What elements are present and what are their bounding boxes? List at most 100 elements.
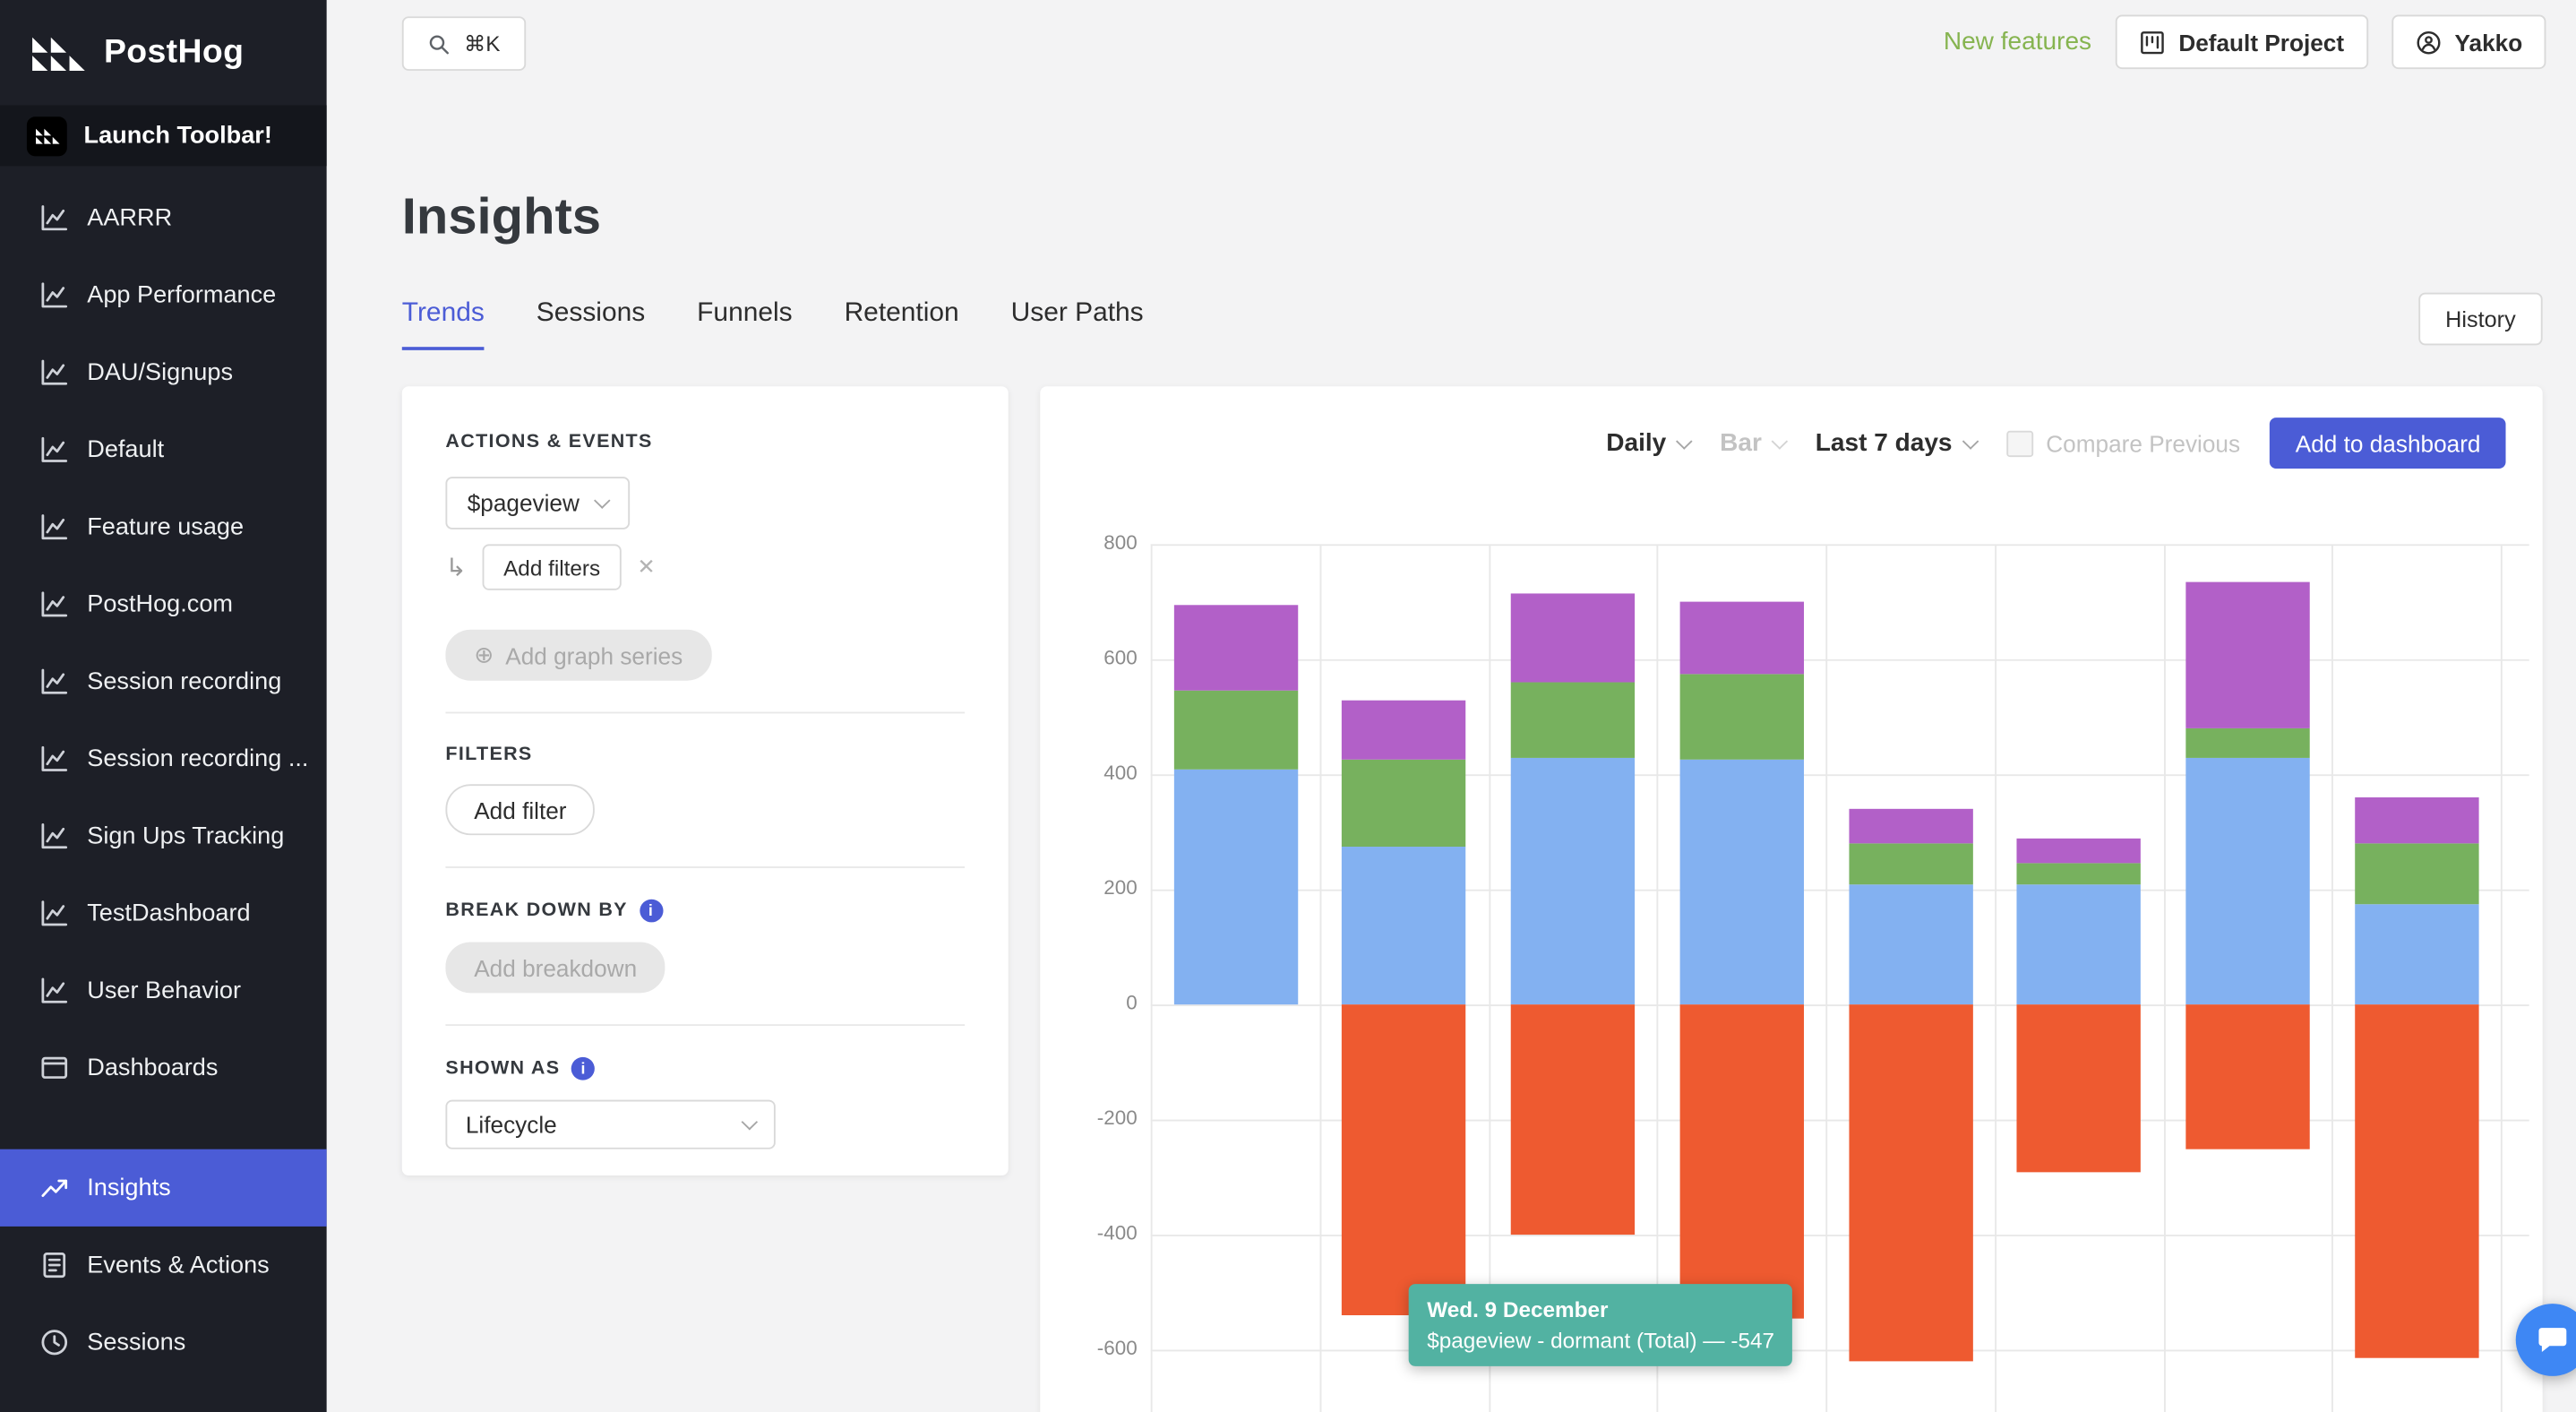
y-axis-label: -200 [1057,1106,1138,1130]
sidebar-item-dau-signups[interactable]: DAU/Signups [0,334,327,411]
add-breakdown-button[interactable]: Add breakdown [445,942,665,993]
bar-segment[interactable] [2185,1004,2309,1149]
sidebar-item-user-behavior[interactable]: User Behavior [0,951,327,1029]
add-to-dashboard-button[interactable]: Add to dashboard [2271,418,2506,469]
gridline [1489,544,1490,1412]
add-graph-series-button[interactable]: ⊕ Add graph series [445,630,711,681]
bar-segment[interactable] [1849,809,1972,844]
sidebar-item-events-actions[interactable]: Events & Actions [0,1227,327,1304]
launch-toolbar-button[interactable]: Launch Toolbar! [0,105,327,166]
bar-segment[interactable] [2185,581,2309,728]
interval-dropdown[interactable]: Daily [1606,429,1689,457]
sidebar-item-session-recording[interactable]: Session recording [0,642,327,719]
sidebar-item-dashboards[interactable]: Dashboards [0,1029,327,1106]
sidebar-item-session-recording[interactable]: Session recording ... [0,720,327,797]
chart-controls: Daily Bar Last 7 days Compare Previous A… [1606,418,2505,469]
close-icon[interactable]: ✕ [637,554,655,580]
bar-segment[interactable] [1679,674,1803,760]
line-chart-icon [40,590,69,618]
sidebar-item-aarrr[interactable]: AARRR [0,179,327,256]
breakdown-label: BREAK DOWN BY [445,901,627,921]
compare-checkbox[interactable] [2005,430,2032,456]
sidebar-item-default[interactable]: Default [0,411,327,488]
sidebar-item-posthog-com[interactable]: PostHog.com [0,565,327,642]
chevron-down-icon [1771,433,1788,449]
sidebar-item-app-performance[interactable]: App Performance [0,256,327,333]
add-graph-series-label: Add graph series [505,642,683,668]
chevron-down-icon [1676,433,1693,449]
bar-segment[interactable] [1173,691,1297,769]
info-icon[interactable] [571,1057,595,1081]
bar-segment[interactable] [1342,700,1465,760]
event-selector[interactable]: $pageview [445,477,630,530]
bar-segment[interactable] [1679,1004,1803,1319]
search-button[interactable]: ⌘K [402,16,526,71]
bar-segment[interactable] [2185,757,2309,1004]
shown-as-select[interactable]: Lifecycle [445,1100,775,1149]
history-button[interactable]: History [2418,293,2542,346]
chart-type-value: Bar [1720,429,1762,457]
bar-segment[interactable] [1679,760,1803,1004]
new-features-link[interactable]: New features [1944,28,2091,56]
bar-segment[interactable] [2017,1004,2141,1171]
bar-segment[interactable] [1173,605,1297,691]
tab-sessions[interactable]: Sessions [537,299,645,350]
tab-funnels[interactable]: Funnels [697,299,792,350]
tab-retention[interactable]: Retention [845,299,959,350]
sidebar-item-label: User Behavior [87,977,241,1003]
bar-segment[interactable] [1849,883,1972,1004]
bar-segment[interactable] [1679,602,1803,674]
bar-segment[interactable] [1849,843,1972,883]
sidebar-item-feature-usage[interactable]: Feature usage [0,488,327,565]
tab-trends[interactable]: Trends [402,299,485,350]
bar-segment[interactable] [2355,797,2478,843]
add-filter-button[interactable]: Add filter [445,784,595,835]
tab-user-paths[interactable]: User Paths [1011,299,1144,350]
event-selector-value: $pageview [468,490,580,516]
bar-segment[interactable] [1511,1004,1635,1235]
bar-segment[interactable] [2017,864,2141,883]
bar-segment[interactable] [1173,769,1297,1004]
sidebar-item-sessions[interactable]: Sessions [0,1304,327,1381]
dashboard-icon [40,1054,69,1081]
gridline [2501,544,2503,1412]
bar-segment[interactable] [1511,593,1635,683]
bar-segment[interactable] [2017,838,2141,864]
bar-segment[interactable] [1511,757,1635,1004]
sidebar-item-label: AARRR [87,204,172,230]
divider [445,1024,965,1026]
user-menu-button[interactable]: Yakko [2391,15,2546,70]
bar-segment[interactable] [2355,843,2478,903]
insight-config-panel: ACTIONS & EVENTS $pageview ↳ Add filters… [402,386,1009,1175]
bar-segment[interactable] [2017,883,2141,1004]
bar-segment[interactable] [2185,728,2309,757]
bar-segment[interactable] [1849,1004,1972,1361]
sidebar-item-testdashboard[interactable]: TestDashboard [0,874,327,951]
date-range-dropdown[interactable]: Last 7 days [1816,429,1976,457]
bar-segment[interactable] [1342,1004,1465,1315]
user-icon [2415,29,2442,55]
user-name: Yakko [2455,29,2523,55]
bar-segment[interactable] [1342,847,1465,1005]
sidebar-item-label: Events & Actions [87,1252,269,1278]
posthog-logo[interactable]: PostHog [0,0,327,105]
project-switcher-button[interactable]: Default Project [2115,15,2367,70]
add-filters-button[interactable]: Add filters [482,544,623,590]
bar-segment[interactable] [2355,904,2478,1004]
sidebar-item-insights[interactable]: Insights [0,1149,327,1227]
bar-segment[interactable] [1511,683,1635,757]
chart-type-dropdown[interactable]: Bar [1720,429,1785,457]
gridline [1825,544,1827,1412]
tooltip-date: Wed. 9 December [1427,1297,1774,1322]
info-icon[interactable] [640,900,663,923]
nested-arrow-icon: ↳ [445,553,467,582]
line-chart-icon [40,667,69,695]
actions-events-label: ACTIONS & EVENTS [445,433,965,452]
bar-segment[interactable] [2355,1004,2478,1358]
sidebar-item-sign-ups-tracking[interactable]: Sign Ups Tracking [0,797,327,874]
line-chart-icon [40,435,69,463]
filters-label: FILTERS [445,745,965,764]
main-content: ⌘K New features Default Project Yakko In… [327,0,2576,1412]
page-title: Insights [402,187,601,246]
bar-segment[interactable] [1342,760,1465,846]
